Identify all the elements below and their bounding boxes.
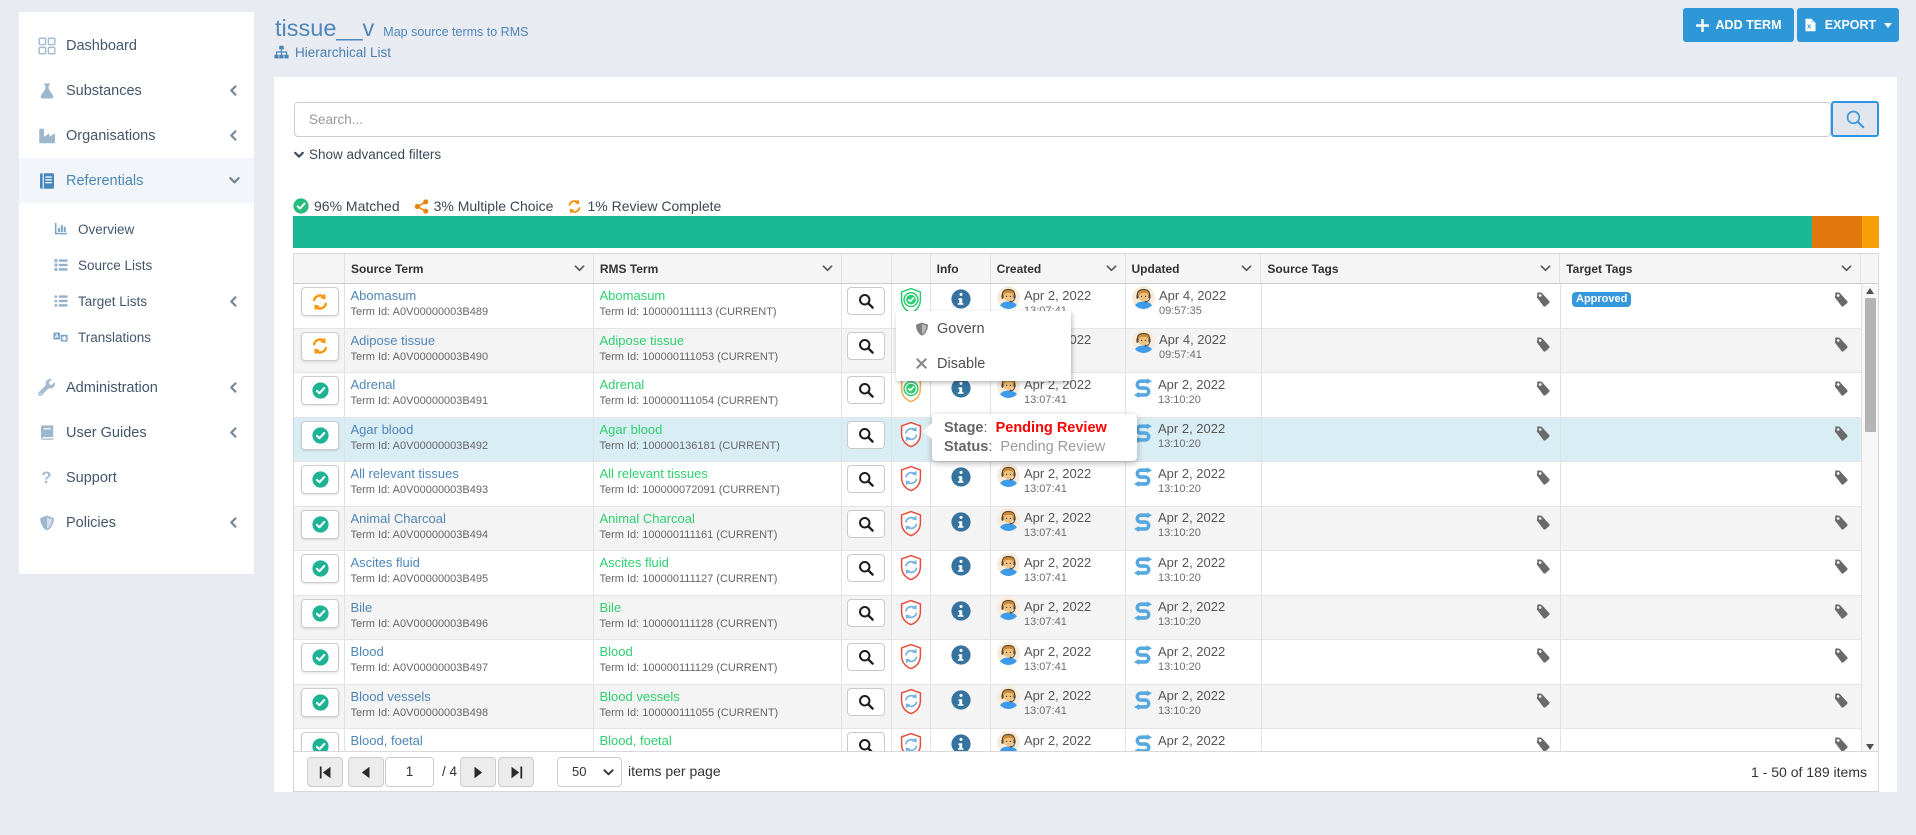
svg-text:✱: ✱ <box>62 335 67 342</box>
